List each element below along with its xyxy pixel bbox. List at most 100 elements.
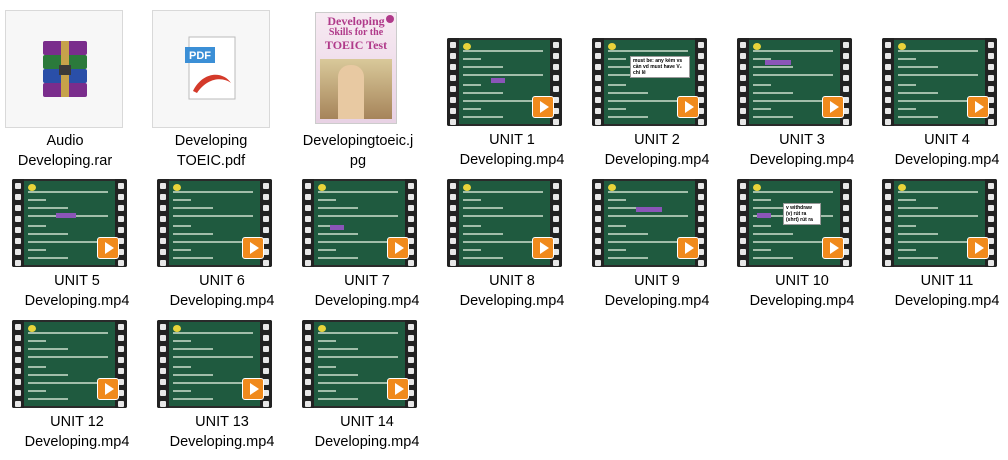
file-unit-2-mp4[interactable]: must be: any kèm vs cần vd must have V₂ … [587, 38, 727, 178]
file-unit-13-mp4[interactable]: UNIT 13 Developing.mp4 [152, 320, 292, 460]
file-name: UNIT 7 Developing.mp4 [314, 273, 420, 309]
file-name: UNIT 1 Developing.mp4 [459, 132, 565, 168]
play-icon [97, 237, 119, 259]
file-unit-7-mp4[interactable]: UNIT 7 Developing.mp4 [297, 179, 437, 319]
subtitle-popup: v withdraw (v) rút ra (shrt) rút ra [783, 203, 821, 225]
file-name: Developingtoeic.j pg [302, 133, 414, 169]
svg-text:PDF: PDF [189, 50, 211, 62]
play-icon [242, 237, 264, 259]
film-strip-left [302, 320, 314, 408]
film-strip-left [592, 38, 604, 126]
video-thumbnail [592, 179, 707, 267]
book-cover-image: Developing Skills for the TOEIC Test [315, 12, 397, 124]
highlight [636, 207, 662, 212]
highlight [330, 225, 344, 230]
video-thumbnail [302, 320, 417, 408]
logo-icon [898, 184, 906, 191]
highlight [757, 213, 771, 218]
play-icon [822, 96, 844, 118]
logo-icon [608, 43, 616, 50]
file-audio-rar[interactable]: Audio Developing.rar [5, 10, 145, 169]
logo-icon [608, 184, 616, 191]
video-thumbnail [882, 179, 997, 267]
file-unit-9-mp4[interactable]: UNIT 9 Developing.mp4 [587, 179, 727, 319]
file-name: UNIT 2 Developing.mp4 [604, 132, 710, 168]
file-unit-11-mp4[interactable]: UNIT 11 Developing.mp4 [877, 179, 1008, 319]
logo-icon [898, 43, 906, 50]
rar-tile [5, 10, 123, 128]
video-thumbnail [302, 179, 417, 267]
logo-icon [318, 325, 326, 332]
film-strip-left [157, 179, 169, 267]
highlight [56, 213, 76, 218]
file-unit-4-mp4[interactable]: UNIT 4 Developing.mp4 [877, 38, 1008, 178]
highlight [765, 60, 791, 65]
play-icon [97, 378, 119, 400]
logo-icon [28, 184, 36, 191]
file-name: UNIT 8 Developing.mp4 [459, 273, 565, 309]
pdf-tile: PDF [152, 10, 270, 128]
video-thumbnail [12, 179, 127, 267]
logo-icon [463, 184, 471, 191]
file-unit-6-mp4[interactable]: UNIT 6 Developing.mp4 [152, 179, 292, 319]
film-strip-left [737, 38, 749, 126]
logo-icon [28, 325, 36, 332]
play-icon [532, 96, 554, 118]
play-icon [822, 237, 844, 259]
cover-person [338, 65, 364, 119]
video-thumbnail: must be: any kèm vs cần vd must have V₂ … [592, 38, 707, 126]
winrar-icon [43, 41, 87, 97]
file-name: UNIT 11 Developing.mp4 [894, 273, 1000, 309]
film-strip-left [592, 179, 604, 267]
file-name: UNIT 5 Developing.mp4 [24, 273, 130, 309]
play-icon [532, 237, 554, 259]
file-unit-1-mp4[interactable]: UNIT 1 Developing.mp4 [442, 38, 582, 178]
film-strip-left [12, 320, 24, 408]
file-unit-5-mp4[interactable]: UNIT 5 Developing.mp4 [7, 179, 147, 319]
play-icon [387, 237, 409, 259]
file-name: UNIT 9 Developing.mp4 [604, 273, 710, 309]
video-thumbnail [157, 179, 272, 267]
pdf-icon: PDF [185, 36, 236, 100]
logo-icon [463, 43, 471, 50]
film-strip-left [447, 38, 459, 126]
logo-icon [318, 184, 326, 191]
file-toeic-jpg[interactable]: Developing Skills for the TOEIC Test Dev… [299, 10, 439, 169]
film-strip-left [157, 320, 169, 408]
file-name: UNIT 4 Developing.mp4 [894, 132, 1000, 168]
film-strip-left [12, 179, 24, 267]
file-unit-12-mp4[interactable]: UNIT 12 Developing.mp4 [7, 320, 147, 460]
play-icon [967, 96, 989, 118]
video-thumbnail [882, 38, 997, 126]
cover-badge-icon [386, 15, 394, 23]
play-icon [242, 378, 264, 400]
video-thumbnail [447, 38, 562, 126]
film-strip-left [447, 179, 459, 267]
file-name: UNIT 6 Developing.mp4 [169, 273, 275, 309]
file-unit-3-mp4[interactable]: UNIT 3 Developing.mp4 [732, 38, 872, 178]
file-unit-10-mp4[interactable]: v withdraw (v) rút ra (shrt) rút ra UNIT … [732, 179, 872, 319]
highlight [491, 78, 505, 83]
video-thumbnail [157, 320, 272, 408]
file-unit-14-mp4[interactable]: UNIT 14 Developing.mp4 [297, 320, 437, 460]
video-thumbnail: v withdraw (v) rút ra (shrt) rút ra [737, 179, 852, 267]
file-name: UNIT 3 Developing.mp4 [749, 132, 855, 168]
file-unit-8-mp4[interactable]: UNIT 8 Developing.mp4 [442, 179, 582, 319]
file-name: UNIT 14 Developing.mp4 [314, 414, 420, 450]
jpg-tile: Developing Skills for the TOEIC Test [299, 10, 417, 128]
logo-icon [753, 43, 761, 50]
film-strip-left [882, 179, 894, 267]
play-icon [387, 378, 409, 400]
logo-icon [753, 184, 761, 191]
file-name: Audio Developing.rar [17, 133, 113, 169]
cover-title: Developing Skills for the TOEIC Test [324, 14, 388, 52]
subtitle-popup: must be: any kèm vs cần vd must have V₂ … [630, 56, 690, 78]
play-icon [677, 96, 699, 118]
file-name: Developing TOEIC.pdf [174, 133, 248, 169]
film-strip-left [737, 179, 749, 267]
file-name: UNIT 12 Developing.mp4 [24, 414, 130, 450]
logo-icon [173, 325, 181, 332]
video-thumbnail [447, 179, 562, 267]
file-toeic-pdf[interactable]: PDF Developing TOEIC.pdf [152, 10, 292, 169]
video-thumbnail [737, 38, 852, 126]
